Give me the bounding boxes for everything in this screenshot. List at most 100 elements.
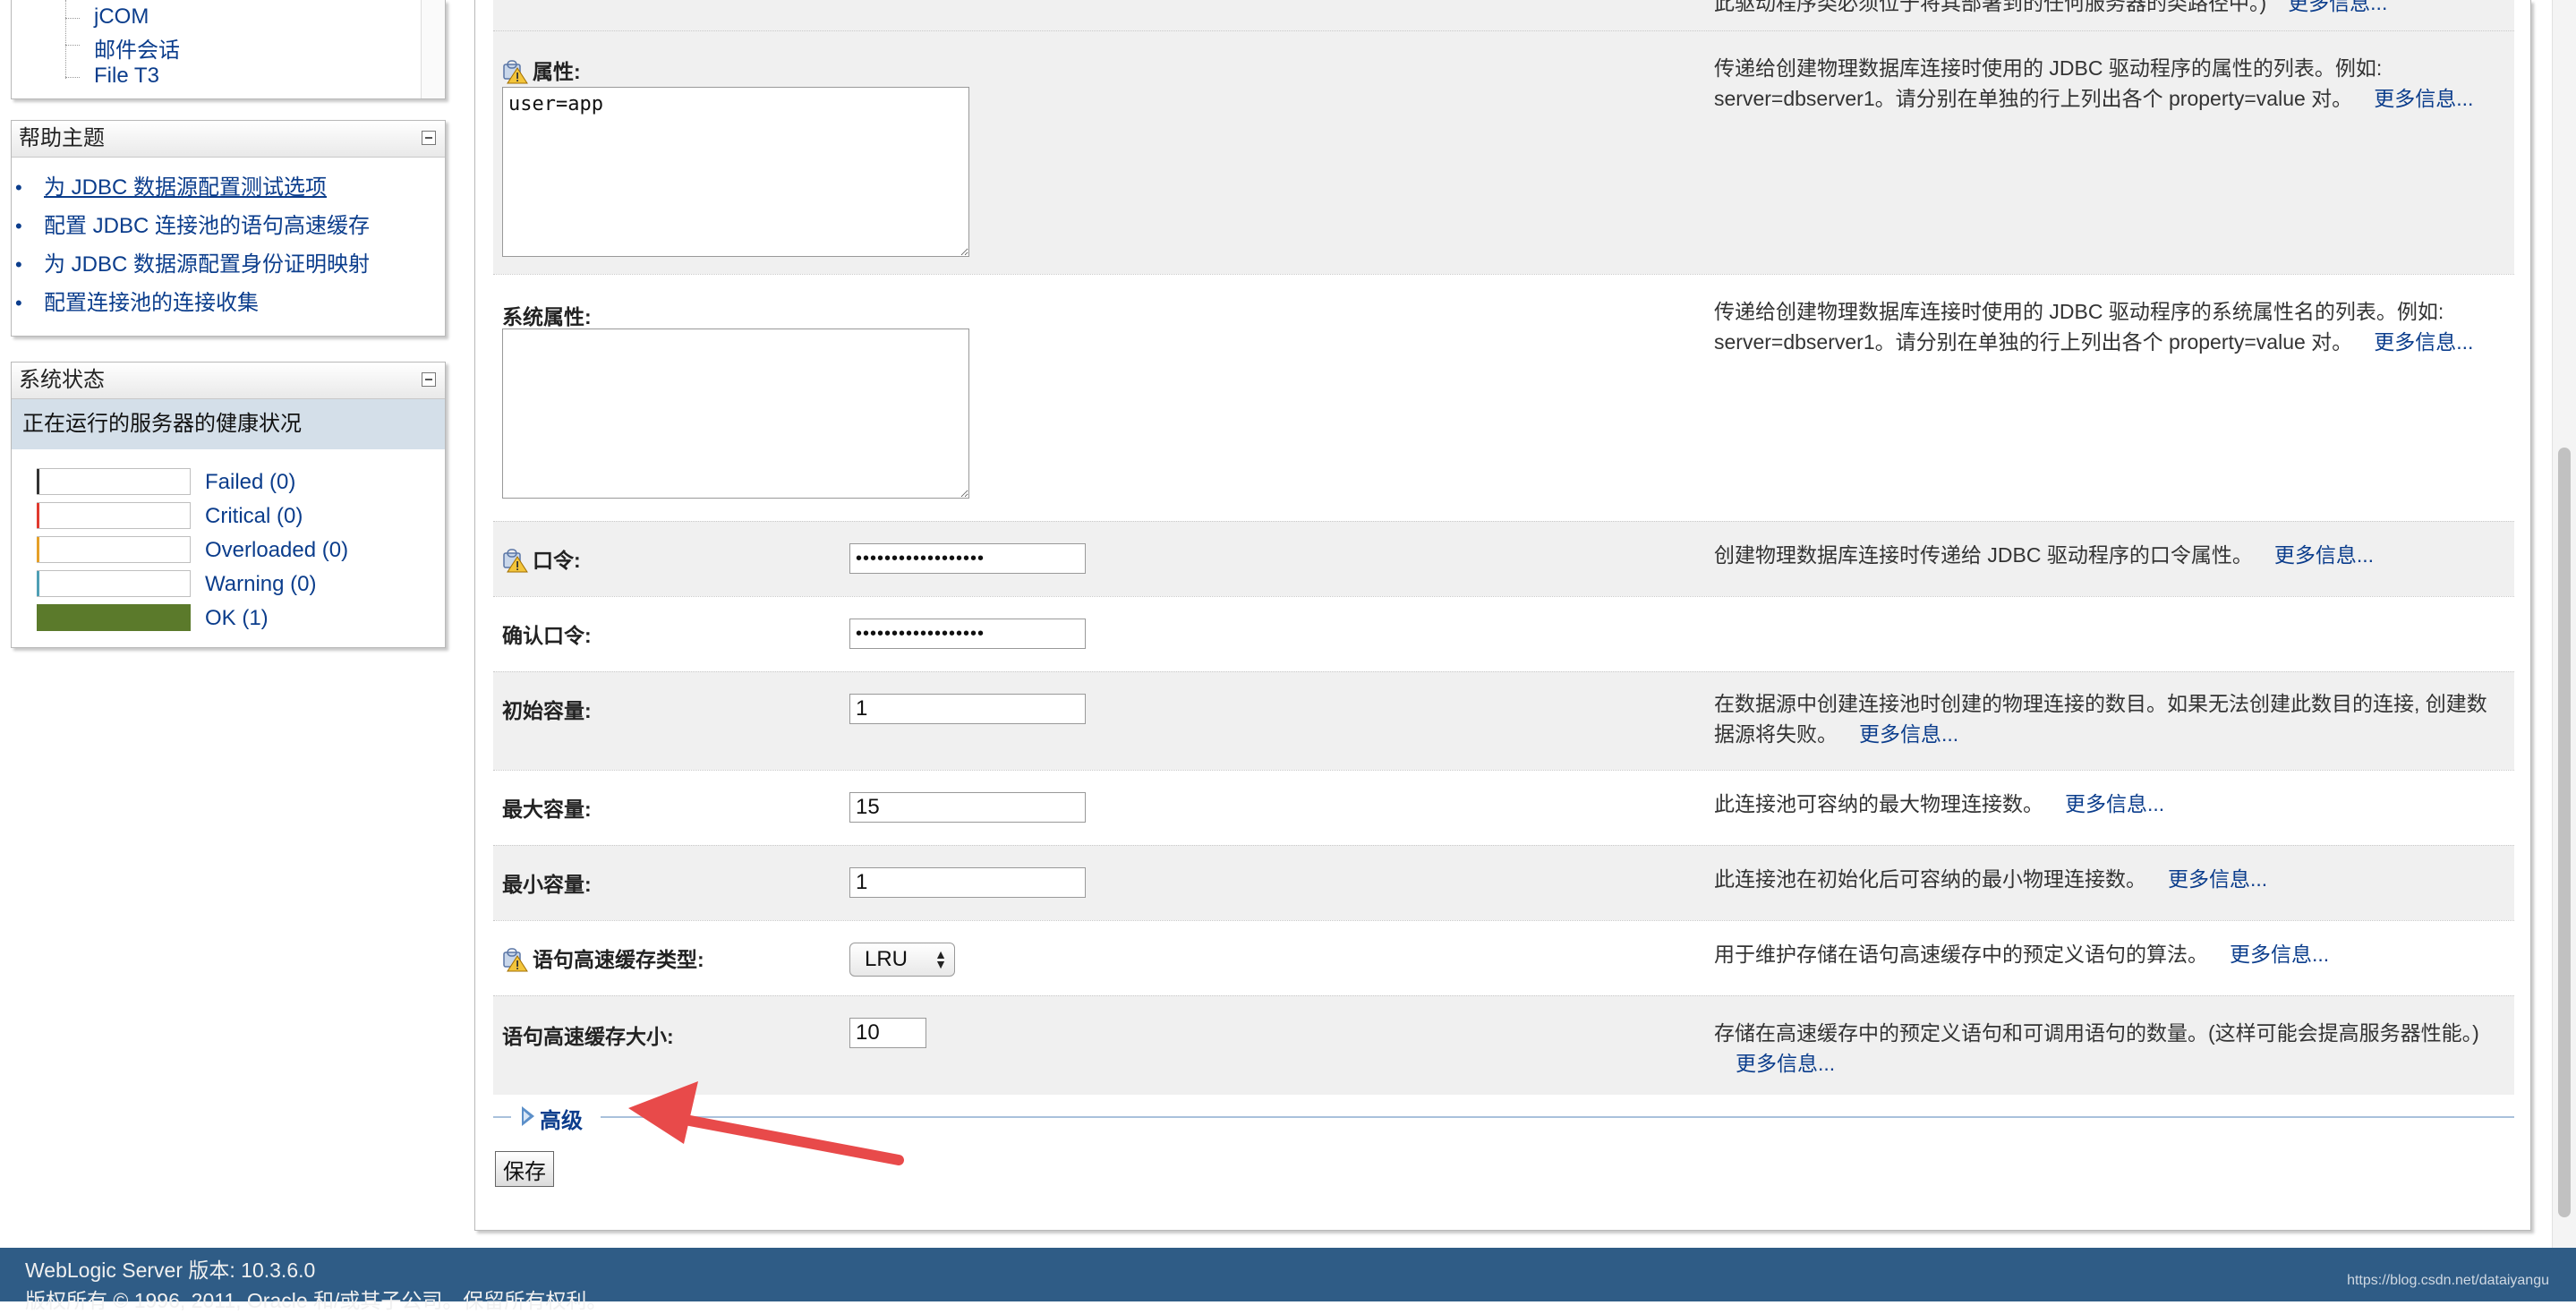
description-text: 此连接池在初始化后可容纳的最小物理连接数。 [1714, 867, 2146, 891]
more-info-link[interactable]: 更多信息... [2374, 87, 2473, 110]
more-info-link[interactable]: 更多信息... [1736, 1052, 1835, 1075]
description-text: 此连接池可容纳的最大物理连接数。 [1714, 792, 2043, 815]
more-info-link[interactable]: 更多信息... [2288, 0, 2387, 14]
more-info-link[interactable]: 更多信息... [2230, 943, 2329, 966]
status-row-critical: Critical (0) [26, 502, 438, 529]
field-label: 最小容量: [502, 873, 592, 896]
copyright-text: 版权所有 © 1996, 2011, Oracle 和/或其子公司。保留所有权利… [25, 1289, 608, 1312]
field-description: 此驱动程序类必须位于将其部署到的任何服务器的类路径中。) 更多信息... [1714, 0, 2502, 18]
form-row-statement-cache-size: 语句高速缓存大小: 10 存储在高速缓存中的预定义语句和可调用语句的数量。(这样… [493, 995, 2514, 1095]
help-topics-title: 帮助主题 [19, 126, 105, 150]
tree-connector [65, 0, 66, 79]
field-label: 属性: [502, 55, 581, 85]
warning-lock-icon [503, 549, 528, 573]
statement-cache-type-select[interactable]: LRU ▲ ▼ [849, 943, 955, 977]
field-label: 初始容量: [502, 699, 592, 722]
min-capacity-input[interactable]: 1 [849, 867, 1086, 898]
page-footer: WebLogic Server 版本: 10.3.6.0 版权所有 © 1996… [0, 1248, 2576, 1312]
statement-cache-type-label: 语句高速缓存类型: [533, 948, 704, 971]
list-item: 为 JDBC 数据源配置身份证明映射 [12, 245, 445, 284]
status-link-failed[interactable]: Failed (0) [205, 470, 295, 495]
warning-lock-icon [503, 948, 528, 972]
help-link-test-options[interactable]: 为 JDBC 数据源配置测试选项 [44, 175, 327, 200]
field-description: 在数据源中创建连接池时创建的物理连接的数目。如果无法创建此数目的连接, 创建数据… [1714, 688, 2502, 749]
field-label: 语句高速缓存类型: [502, 943, 704, 973]
status-row-warning: Warning (0) [26, 570, 438, 597]
field-label: 确认口令: [502, 624, 592, 647]
tree-connector [65, 77, 80, 78]
status-link-critical[interactable]: Critical (0) [205, 504, 303, 529]
system-status-title: 系统状态 [19, 368, 105, 392]
confirm-password-input[interactable]: •••••••••••••••••• [849, 619, 1086, 649]
description-text: 传递给创建物理数据库连接时使用的 JDBC 驱动程序的属性的列表。例如: ser… [1714, 56, 2383, 110]
status-link-overloaded[interactable]: Overloaded (0) [205, 538, 348, 563]
health-bar [37, 502, 191, 529]
password-label: 口令: [533, 549, 581, 572]
description-text: 此驱动程序类必须位于将其部署到的任何服务器的类路径中。) [1714, 0, 2267, 14]
form-row-statement-cache-type: 语句高速缓存类型: LRU ▲ ▼ 用于维护存储在语句高速缓存中的预定义语句的算法… [493, 920, 2514, 996]
status-link-ok[interactable]: OK (1) [205, 606, 269, 631]
system-status-panel: 系统状态 正在运行的服务器的健康状况 Failed (0) Critical (… [11, 362, 446, 648]
help-link-statement-cache[interactable]: 配置 JDBC 连接池的语句高速缓存 [44, 214, 370, 238]
help-link-credential-mapping[interactable]: 为 JDBC 数据源配置身份证明映射 [44, 252, 370, 277]
field-label: 系统属性: [502, 305, 592, 328]
description-text: 创建物理数据库连接时传递给 JDBC 驱动程序的口令属性。 [1714, 543, 2253, 567]
tree-connector [65, 45, 80, 46]
health-bar-accent [37, 571, 39, 596]
field-description: 存储在高速缓存中的预定义语句和可调用语句的数量。(这样可能会提高服务器性能。) 更… [1714, 1018, 2502, 1079]
tree-connector [65, 18, 80, 19]
status-link-warning[interactable]: Warning (0) [205, 572, 316, 597]
more-info-link[interactable]: 更多信息... [1859, 722, 1958, 746]
collapse-icon[interactable] [422, 372, 436, 387]
more-info-link[interactable]: 更多信息... [2274, 543, 2374, 567]
form-row-password: 口令: •••••••••••••••••• 创建物理数据库连接时传递给 JDB… [493, 521, 2514, 597]
health-bar-accent [37, 537, 39, 562]
form-row-min-capacity: 最小容量: 1 此连接池在初始化后可容纳的最小物理连接数。 更多信息... [493, 845, 2514, 921]
advanced-section-toggle[interactable]: 高级 [493, 1106, 2514, 1133]
description-text: 用于维护存储在语句高速缓存中的预定义语句的算法。 [1714, 943, 2208, 966]
field-description: 传递给创建物理数据库连接时使用的 JDBC 驱动程序的属性的列表。例如: ser… [1714, 53, 2502, 114]
more-info-link[interactable]: 更多信息... [2168, 867, 2267, 891]
field-description: 创建物理数据库连接时传递给 JDBC 驱动程序的口令属性。 更多信息... [1714, 540, 2502, 570]
password-input[interactable]: •••••••••••••••••• [849, 543, 1086, 574]
field-label: 口令: [502, 543, 581, 574]
tree-item-jcom[interactable]: jCOM [94, 4, 149, 30]
health-bar [37, 570, 191, 597]
version-text: WebLogic Server 版本: 10.3.6.0 [25, 1259, 316, 1282]
properties-label: 属性: [533, 60, 581, 83]
help-link-connection-harvesting[interactable]: 配置连接池的连接收集 [44, 291, 259, 315]
field-description: 此连接池可容纳的最大物理连接数。 更多信息... [1714, 789, 2502, 819]
configuration-form-panel: 此驱动程序类必须位于将其部署到的任何服务器的类路径中。) 更多信息... 属性: … [474, 0, 2531, 1231]
list-item: 配置 JDBC 连接池的语句高速缓存 [12, 207, 445, 245]
tree-item-mail-session[interactable]: 邮件会话 [94, 32, 180, 64]
help-topics-header: 帮助主题 [12, 121, 445, 158]
page-scrollbar[interactable] [2552, 0, 2576, 1248]
health-bar-accent [37, 469, 39, 494]
statement-cache-size-input[interactable]: 10 [849, 1018, 926, 1048]
system-properties-textarea[interactable] [502, 328, 969, 499]
form-row-properties: 属性: user=app 传递给创建物理数据库连接时使用的 JDBC 驱动程序的… [493, 30, 2514, 275]
tree-item-file-t3[interactable]: File T3 [94, 64, 159, 89]
form-row-driver-class: 此驱动程序类必须位于将其部署到的任何服务器的类路径中。) 更多信息... [493, 0, 2514, 30]
description-text: 在数据源中创建连接池时创建的物理连接的数目。如果无法创建此数目的连接, 创建数据… [1714, 692, 2487, 746]
more-info-link[interactable]: 更多信息... [2065, 792, 2164, 815]
tree-scrollbar[interactable] [421, 0, 445, 98]
list-item: 为 JDBC 数据源配置测试选项 [12, 168, 445, 207]
page-scrollbar-thumb[interactable] [2558, 448, 2571, 1217]
more-info-link[interactable]: 更多信息... [2374, 330, 2473, 354]
form-row-system-properties: 系统属性: 传递给创建物理数据库连接时使用的 JDBC 驱动程序的系统属性名的列… [493, 274, 2514, 522]
section-divider [493, 1116, 511, 1118]
domain-structure-tree: jCOM 邮件会话 File T3 [11, 0, 446, 99]
select-arrows-icon: ▲ ▼ [934, 947, 947, 971]
max-capacity-input[interactable]: 15 [849, 792, 1086, 823]
properties-textarea[interactable]: user=app [502, 87, 969, 257]
select-value: LRU [865, 947, 908, 971]
collapse-icon[interactable] [422, 131, 436, 145]
status-row-failed: Failed (0) [26, 468, 438, 495]
save-button[interactable]: 保存 [495, 1151, 554, 1187]
help-topics-list: 为 JDBC 数据源配置测试选项 配置 JDBC 连接池的语句高速缓存 为 JD… [12, 158, 445, 322]
initial-capacity-input[interactable]: 1 [849, 694, 1086, 724]
advanced-link[interactable]: 高级 [540, 1103, 583, 1134]
form-row-confirm-password: 确认口令: •••••••••••••••••• [493, 596, 2514, 672]
health-bar [37, 468, 191, 495]
